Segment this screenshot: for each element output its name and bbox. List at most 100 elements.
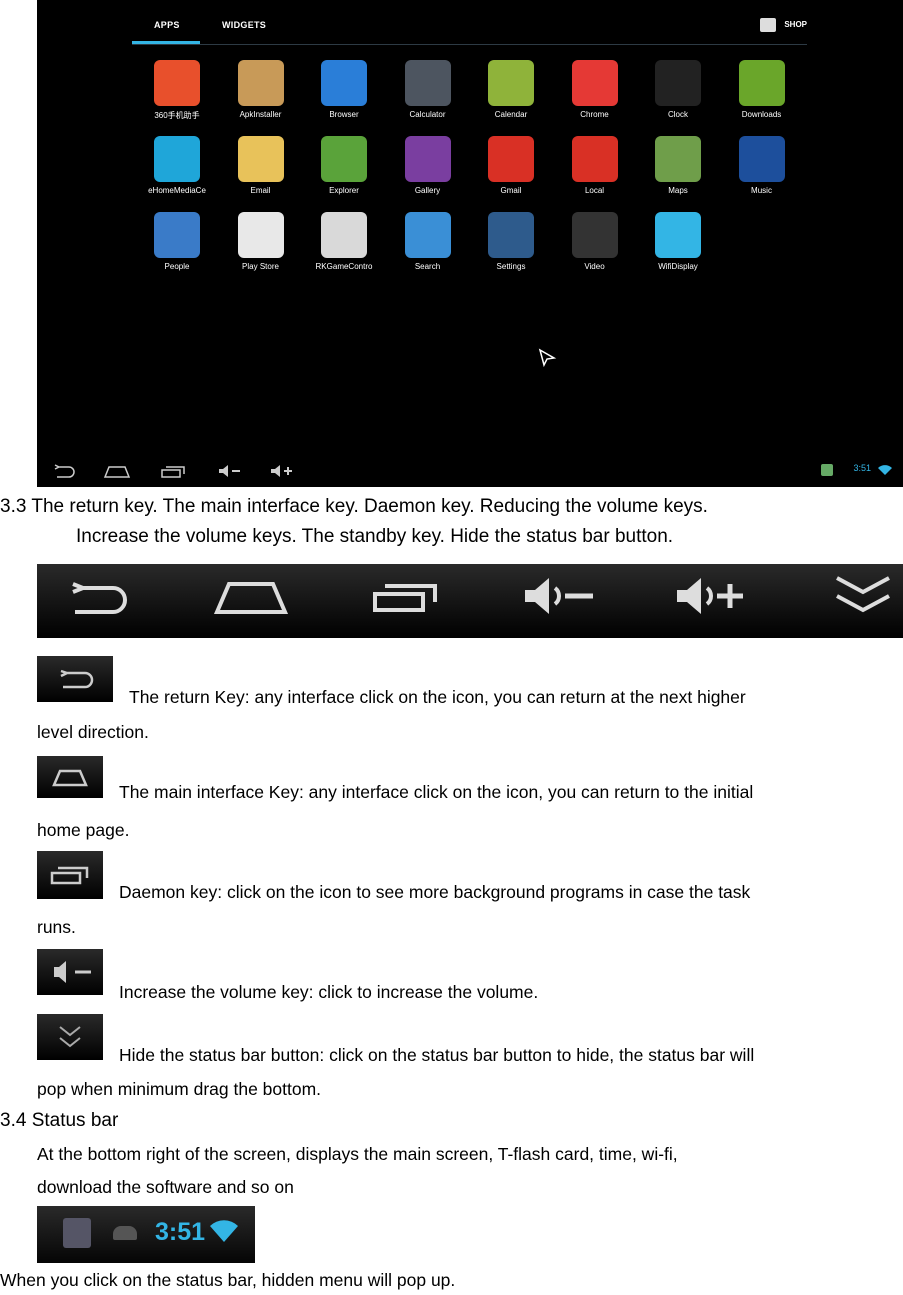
app-label: Play Store (242, 262, 279, 271)
app-label: Explorer (329, 186, 359, 195)
app-people[interactable]: People (135, 212, 219, 284)
calendar-icon (488, 60, 534, 106)
nav-keys-strip (37, 564, 903, 638)
hide-statusbar-key-icon (836, 576, 890, 613)
app-browser[interactable]: Browser (302, 60, 386, 132)
app-label: People (164, 262, 190, 271)
volume-down-key-icon (525, 578, 593, 614)
app-video[interactable]: Video (553, 212, 637, 284)
return-key-desc-cont: level direction. (37, 722, 149, 742)
app-label: Downloads (741, 110, 782, 119)
shop-bag-icon (760, 18, 777, 32)
app-label: Video (584, 262, 605, 271)
hide-key-desc-cont: pop when minimum drag the bottom. (37, 1079, 322, 1099)
shop-label: SHOP (784, 20, 807, 30)
volume-up-key-icon (677, 578, 743, 614)
app-ehomemediace[interactable]: eHomeMediaCe (135, 136, 219, 208)
app-360-[interactable]: 360手机助手 (135, 60, 219, 132)
closing-note: When you click on the status bar, hidden… (0, 1270, 456, 1290)
chrome-icon (571, 60, 618, 106)
cursor-icon (538, 348, 557, 368)
app-local[interactable]: Local (553, 136, 637, 208)
gamepad-icon (321, 212, 367, 258)
app-label: Calculator (409, 110, 446, 119)
app-label: eHomeMediaCe (148, 186, 206, 195)
return-icon (60, 669, 94, 689)
app-apkinstaller[interactable]: ApkInstaller (219, 60, 303, 132)
store-bag-icon (237, 212, 284, 258)
return-key-thumb (37, 656, 113, 702)
app-label: Local (584, 186, 605, 195)
app-gmail[interactable]: Gmail (469, 136, 553, 208)
app-settings[interactable]: Settings (469, 212, 553, 284)
app-calendar[interactable]: Calendar (469, 60, 553, 132)
app-search[interactable]: Search (386, 212, 470, 284)
clapper-icon (571, 212, 618, 258)
section-3-4-heading: 3.4 Status bar (0, 1110, 119, 1131)
volume-key-desc: Increase the volume key: click to increa… (119, 982, 539, 1002)
status-clock[interactable]: 3:51 (853, 463, 871, 473)
app-wifidisplay[interactable]: WifiDisplay (636, 212, 720, 284)
app-label: RKGameContro (315, 262, 373, 271)
box-icon (237, 60, 284, 106)
home-key-thumb (37, 756, 103, 798)
recent-key-icon (373, 584, 437, 612)
notification-icon[interactable] (821, 464, 833, 476)
navigation-bar: 3:51 (37, 455, 903, 487)
app-play-store[interactable]: Play Store (219, 212, 303, 284)
speaker-icon (738, 136, 785, 182)
tab-apps[interactable]: APPS (154, 20, 180, 30)
app-label: ApkInstaller (239, 110, 282, 119)
wifi-icon (878, 465, 892, 475)
sdcard-icon (63, 1218, 91, 1248)
home-key-small-icon (52, 769, 88, 787)
envelope-icon (237, 136, 284, 182)
hide-key-desc: Hide the status bar button: click on the… (119, 1045, 755, 1065)
pin-icon (571, 136, 618, 182)
home-key-desc: The main interface Key: any interface cl… (119, 782, 754, 802)
return-key-desc: The return Key: any interface click on t… (129, 687, 746, 707)
android-screenshot: APPS WIDGETS SHOP 360手机助手 ApkInstaller Bro… (37, 0, 903, 487)
android-icon (113, 1226, 137, 1240)
app-email[interactable]: Email (219, 136, 303, 208)
app-label: Settings (496, 262, 526, 271)
sliders-icon (488, 212, 534, 258)
app-chrome[interactable]: Chrome (553, 60, 637, 132)
share-icon (655, 212, 701, 258)
tab-widgets[interactable]: WIDGETS (222, 20, 266, 30)
app-calculator[interactable]: Calculator (386, 60, 470, 132)
app-label: 360手机助手 (154, 111, 200, 120)
app-rkgamecontro[interactable]: RKGameContro (302, 212, 386, 284)
photo-icon (404, 136, 451, 182)
shop-button[interactable]: SHOP (760, 18, 807, 32)
clock-icon (655, 60, 701, 106)
app-music[interactable]: Music (720, 136, 804, 208)
app-label: Browser (329, 110, 359, 119)
daemon-key-small-icon (50, 866, 89, 885)
folder-icon (321, 136, 367, 182)
status-bar-desc: At the bottom right of the screen, displ… (37, 1144, 678, 1164)
home-key-icon (213, 582, 289, 614)
app-clock[interactable]: Clock (636, 60, 720, 132)
app-gallery[interactable]: Gallery (386, 136, 470, 208)
volume-down-icon[interactable] (217, 463, 243, 479)
mail-icon (488, 136, 534, 182)
app-label: Music (751, 186, 772, 195)
calculator-icon (404, 60, 451, 106)
back-icon[interactable] (51, 463, 77, 479)
home-icon[interactable] (103, 463, 131, 479)
wifi-large-icon (210, 1220, 238, 1242)
app-drawer-tabbar: APPS WIDGETS SHOP (132, 12, 807, 45)
status-bar-thumb: 3:51 (37, 1206, 255, 1263)
app-downloads[interactable]: Downloads (720, 60, 804, 132)
app-label: WifiDisplay (658, 262, 698, 271)
volume-key-small-icon (54, 961, 91, 983)
volume-up-icon[interactable] (269, 463, 295, 479)
recent-apps-icon[interactable] (159, 463, 187, 479)
app-label: Gmail (500, 186, 522, 195)
volume-key-thumb (37, 949, 103, 995)
app-maps[interactable]: Maps (636, 136, 720, 208)
bag-icon (154, 60, 200, 106)
status-bar-time: 3:51 (155, 1218, 206, 1246)
app-explorer[interactable]: Explorer (302, 136, 386, 208)
